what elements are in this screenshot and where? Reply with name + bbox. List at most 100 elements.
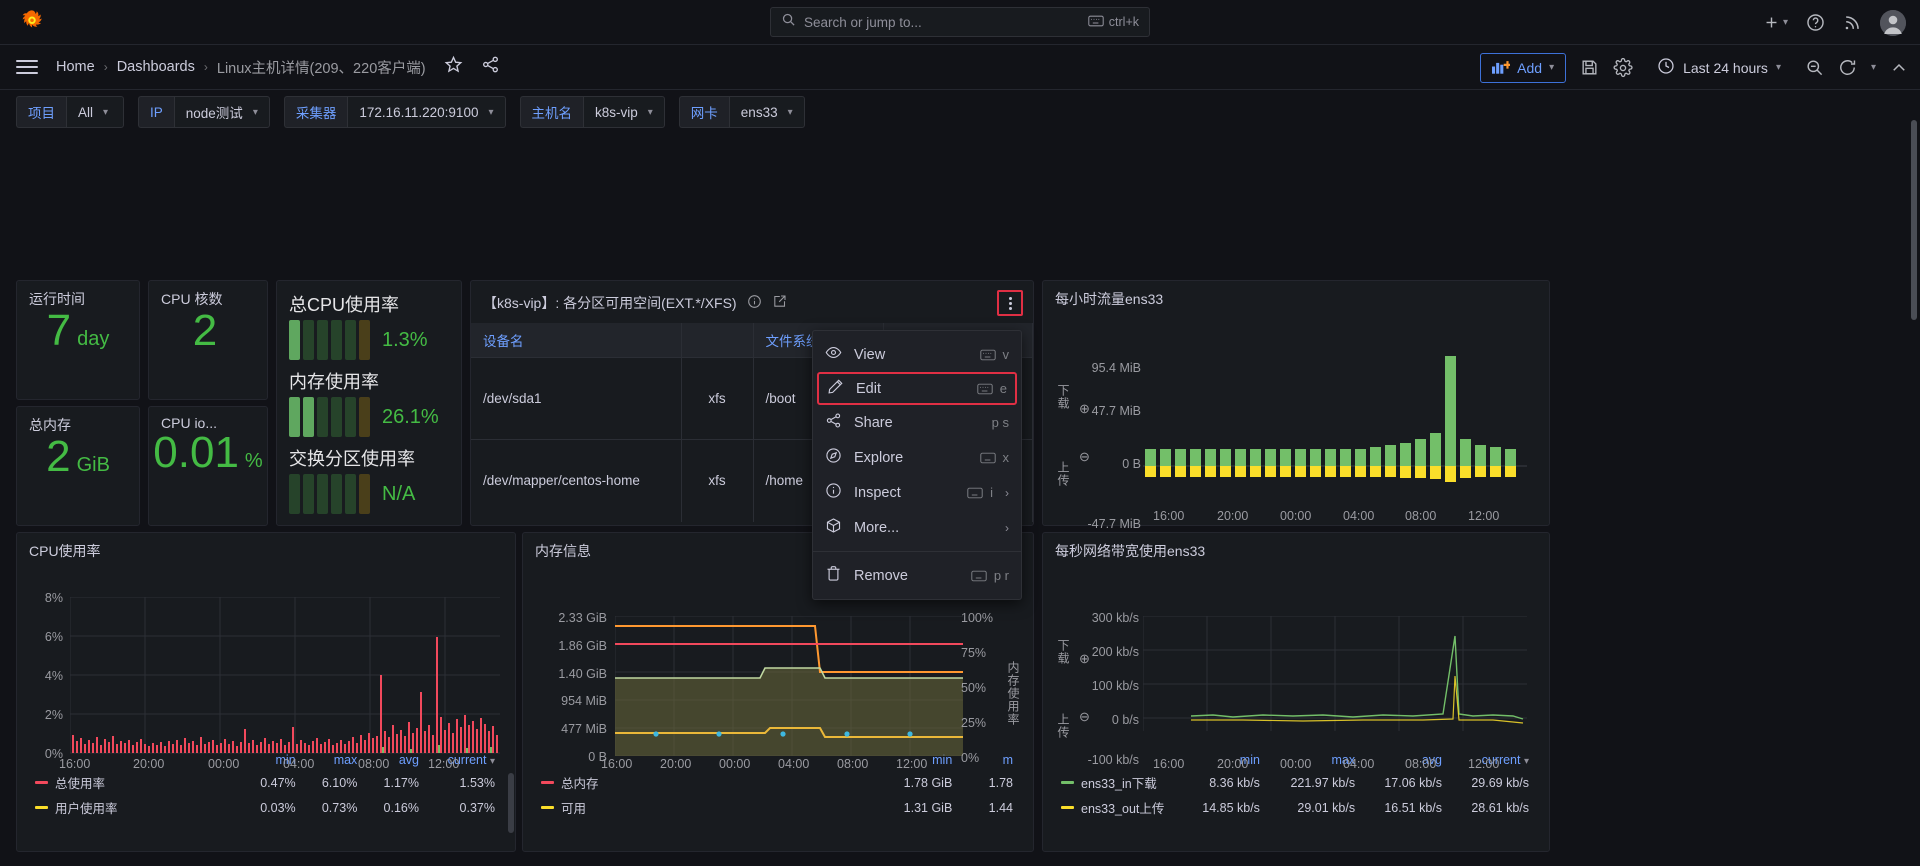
context-menu-item-edit[interactable]: Edit e	[817, 372, 1017, 405]
y-tick: 1.86 GiB	[523, 639, 607, 653]
legend-series-name[interactable]: 总内存	[533, 770, 863, 795]
star-icon[interactable]	[444, 55, 463, 79]
x-tick: 20:00	[660, 757, 691, 771]
y-tick: 4%	[21, 669, 63, 683]
legend-series-name[interactable]: 总使用率	[27, 770, 242, 795]
legend-row[interactable]: 总内存 1.78 GiB 1.78	[533, 770, 1021, 795]
legend-color-swatch	[1061, 806, 1074, 809]
stat-panel-cpu-cores[interactable]: CPU 核数 2	[148, 280, 268, 400]
stat-unit: day	[77, 328, 109, 351]
panel-title: CPU 核数	[149, 281, 267, 309]
gauge-value: N/A	[382, 483, 415, 506]
panel-title: 总内存	[17, 407, 139, 435]
variable-select-ip[interactable]: node测试 ▾	[174, 96, 270, 128]
variable-ip: IP node测试 ▾	[138, 96, 270, 128]
panel-title: 【k8s-vip】: 各分区可用空间(EXT.*/XFS)	[483, 293, 737, 313]
stat-value: 0.01 %	[149, 431, 267, 519]
user-avatar-icon[interactable]	[1880, 10, 1906, 36]
panel-title: 每小时流量ens33	[1043, 281, 1549, 309]
stat-number: 7	[47, 309, 71, 353]
context-menu-item-remove[interactable]: Remove p r	[813, 558, 1021, 593]
legend-series-name[interactable]: 可用	[533, 795, 863, 820]
refresh-button[interactable]	[1838, 58, 1857, 77]
context-menu-item-view[interactable]: View v	[813, 337, 1021, 372]
gauge-title: 内存使用率	[289, 368, 449, 394]
context-menu-item-more[interactable]: More... ›	[813, 510, 1021, 545]
save-dashboard-button[interactable]	[1580, 58, 1599, 77]
axis-minus-icon: ⊖	[1079, 449, 1090, 465]
y-tick: 0 B	[523, 750, 607, 764]
zoom-out-time-button[interactable]	[1805, 58, 1824, 77]
gauge-panel-usage[interactable]: 总CPU使用率 1.3% 内存使用率 26.1%	[276, 280, 462, 526]
context-menu-item-share[interactable]: Share p s	[813, 405, 1021, 440]
grafana-logo-icon[interactable]	[18, 8, 46, 36]
axis-plus-icon: ⊕	[1079, 651, 1090, 667]
page-scrollbar[interactable]	[1911, 120, 1917, 320]
panel-menu-kebab-icon[interactable]	[997, 290, 1023, 316]
table-column-device[interactable]: 设备名	[471, 323, 681, 358]
stat-panel-total-memory[interactable]: 总内存 2 GiB	[16, 406, 140, 526]
time-range-picker[interactable]: Last 24 hours ▾	[1647, 53, 1791, 83]
legend-color-swatch	[541, 806, 554, 809]
variable-select-nic[interactable]: ens33 ▾	[729, 96, 805, 128]
legend-row[interactable]: 可用 1.31 GiB 1.44	[533, 795, 1021, 820]
breadcrumb-item-home[interactable]: Home	[56, 59, 95, 75]
chevron-down-icon: ▾	[490, 756, 495, 767]
legend-current: 1.53%	[427, 770, 503, 795]
bandwidth-series	[1143, 616, 1527, 756]
variable-select-project[interactable]: All ▾	[66, 96, 124, 128]
context-menu-shortcut: x	[980, 450, 1010, 465]
legend-max: 1.78	[960, 770, 1021, 795]
timeseries-panel-bandwidth[interactable]: 每秒网络带宽使用ens33 300 kb/s 200 kb/s 100 kb/s…	[1042, 532, 1550, 852]
variable-select-hostname[interactable]: k8s-vip ▾	[583, 96, 665, 128]
cell-fstype: xfs	[681, 358, 753, 440]
help-circle-icon[interactable]	[1806, 13, 1825, 32]
collapse-toolbar-button[interactable]	[1890, 59, 1908, 77]
share-nodes-icon[interactable]	[481, 55, 500, 79]
breadcrumb-item-dashboards[interactable]: Dashboards	[117, 59, 195, 75]
y-tick: 300 kb/s	[1047, 611, 1139, 625]
timeseries-panel-hourly-traffic[interactable]: 每小时流量ens33 95.4 MiB 47.7 MiB 0 B -47.7 M…	[1042, 280, 1550, 526]
gauge-memory: 内存使用率 26.1%	[277, 368, 461, 437]
search-shortcut-text: ctrl+k	[1109, 15, 1139, 29]
create-new-button[interactable]: ▾	[1763, 14, 1788, 31]
legend-series-name[interactable]: ens33_in下载	[1053, 770, 1181, 795]
legend-min: 0.47%	[242, 770, 304, 795]
y2-tick: 100%	[961, 611, 1001, 625]
stat-panel-cpu-iowait[interactable]: CPU io... 0.01 %	[148, 406, 268, 526]
legend-series-name[interactable]: 用户使用率	[27, 795, 242, 820]
variable-select-collector[interactable]: 172.16.11.220:9100 ▾	[347, 96, 505, 128]
legend-row[interactable]: 总使用率 0.47% 6.10% 1.17% 1.53%	[27, 770, 503, 795]
y-tick: 0%	[21, 747, 63, 761]
legend-row[interactable]: 用户使用率 0.03% 0.73% 0.16% 0.37%	[27, 795, 503, 820]
hamburger-menu-icon[interactable]	[16, 60, 38, 74]
axis-plus-icon: ⊕	[1079, 401, 1090, 417]
external-link-icon[interactable]	[772, 294, 787, 312]
x-tick: 12:00	[428, 757, 459, 771]
context-menu-item-inspect[interactable]: Inspect i ›	[813, 475, 1021, 510]
timeseries-panel-cpu-usage[interactable]: CPU使用率 8% 6% 4% 2% 0%	[16, 532, 516, 852]
context-menu-label: Remove	[854, 568, 959, 584]
legend-row[interactable]: ens33_out上传 14.85 kb/s 29.01 kb/s 16.51 …	[1053, 795, 1537, 820]
dashboard-settings-button[interactable]	[1613, 58, 1633, 78]
context-menu-item-explore[interactable]: Explore x	[813, 440, 1021, 475]
x-tick: 12:00	[1468, 509, 1499, 523]
chevron-right-icon: ›	[1005, 486, 1009, 500]
panel-header: 【k8s-vip】: 各分区可用空间(EXT.*/XFS)	[471, 281, 1033, 323]
dashboard-toolbar-right: Add ▾ Las	[1480, 45, 1908, 90]
stat-panel-uptime[interactable]: 运行时间 7 day	[16, 280, 140, 400]
legend-series-name[interactable]: ens33_out上传	[1053, 795, 1181, 820]
legend-row[interactable]: ens33_in下载 8.36 kb/s 221.97 kb/s 17.06 k…	[1053, 770, 1537, 795]
add-panel-button[interactable]: Add ▾	[1480, 53, 1566, 83]
refresh-interval-dropdown[interactable]: ▾	[1871, 62, 1876, 73]
x-tick: 00:00	[208, 757, 239, 771]
legend-scrollbar[interactable]	[508, 773, 514, 833]
x-tick: 08:00	[1405, 757, 1436, 771]
info-circle-icon[interactable]	[747, 294, 762, 312]
rss-icon[interactable]	[1843, 13, 1862, 32]
legend-max: 221.97 kb/s	[1268, 770, 1363, 795]
search-input[interactable]: Search or jump to... ctrl+k	[770, 7, 1150, 37]
y-axis-label-download: 下载	[1055, 639, 1072, 695]
context-menu-shortcut: p s	[992, 415, 1009, 430]
gauge-swap: 交换分区使用率 N/A	[277, 445, 461, 514]
